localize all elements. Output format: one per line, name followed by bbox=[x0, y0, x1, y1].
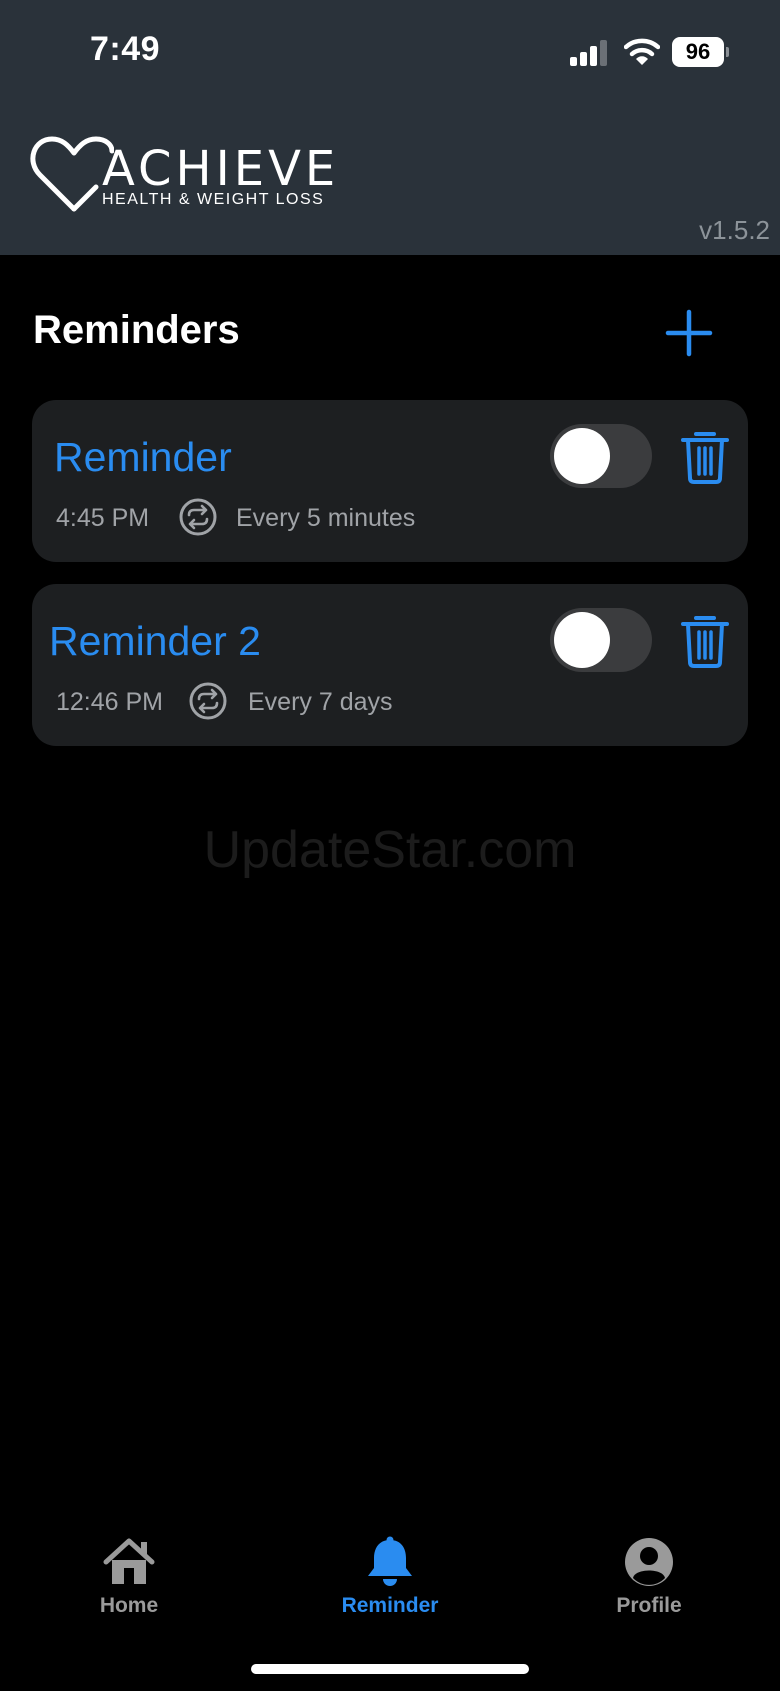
tab-label: Home bbox=[99, 1594, 159, 1617]
watermark: UpdateStar.com bbox=[203, 821, 577, 879]
battery-indicator: 96 bbox=[672, 37, 724, 67]
page-title: Reminders bbox=[33, 308, 240, 352]
repeat-icon bbox=[179, 498, 217, 536]
app-header: 7:49 96 ACHIEVE HEALTH & WEIGHT LOSS v1.… bbox=[0, 0, 780, 255]
trash-icon[interactable] bbox=[680, 428, 730, 484]
logo-title: ACHIEVE bbox=[102, 141, 340, 197]
reminder-toggle[interactable] bbox=[550, 424, 652, 488]
screen: 7:49 96 ACHIEVE HEALTH & WEIGHT LOSS v1.… bbox=[0, 0, 780, 1691]
reminder-time: 4:45 PM bbox=[56, 504, 150, 532]
bell-icon bbox=[368, 1536, 412, 1586]
app-version: v1.5.2 bbox=[699, 215, 770, 245]
reminder-toggle[interactable] bbox=[550, 608, 652, 672]
reminder-title: Reminder 2 bbox=[49, 618, 261, 664]
cellular-signal-icon bbox=[570, 40, 607, 66]
tab-label: Reminder bbox=[341, 1594, 439, 1617]
home-icon bbox=[103, 1538, 155, 1584]
tab-profile[interactable]: Profile bbox=[569, 1536, 729, 1626]
reminder-repeat: Every 7 days bbox=[248, 688, 393, 716]
trash-icon[interactable] bbox=[680, 612, 730, 668]
toggle-knob bbox=[554, 428, 610, 484]
add-reminder-button[interactable] bbox=[664, 308, 714, 358]
app-logo: ACHIEVE HEALTH & WEIGHT LOSS bbox=[30, 133, 342, 215]
wifi-icon bbox=[624, 38, 660, 65]
home-indicator[interactable] bbox=[251, 1664, 529, 1674]
battery-tip bbox=[726, 47, 729, 57]
tab-reminder[interactable]: Reminder bbox=[310, 1536, 470, 1626]
reminder-title: Reminder bbox=[54, 434, 232, 480]
tab-home[interactable]: Home bbox=[49, 1536, 209, 1626]
status-time: 7:49 bbox=[90, 30, 161, 68]
logo-subtitle: HEALTH & WEIGHT LOSS bbox=[102, 191, 325, 208]
repeat-icon bbox=[189, 682, 227, 720]
tab-label: Profile bbox=[616, 1594, 682, 1617]
reminder-time: 12:46 PM bbox=[56, 688, 164, 716]
reminder-card[interactable]: Reminder 2 12:46 PM Every 7 days bbox=[32, 584, 748, 746]
reminder-card[interactable]: Reminder 4:45 PM Every 5 minutes bbox=[32, 400, 748, 562]
reminder-repeat: Every 5 minutes bbox=[236, 504, 416, 532]
profile-icon bbox=[625, 1538, 673, 1586]
toggle-knob bbox=[554, 612, 610, 668]
